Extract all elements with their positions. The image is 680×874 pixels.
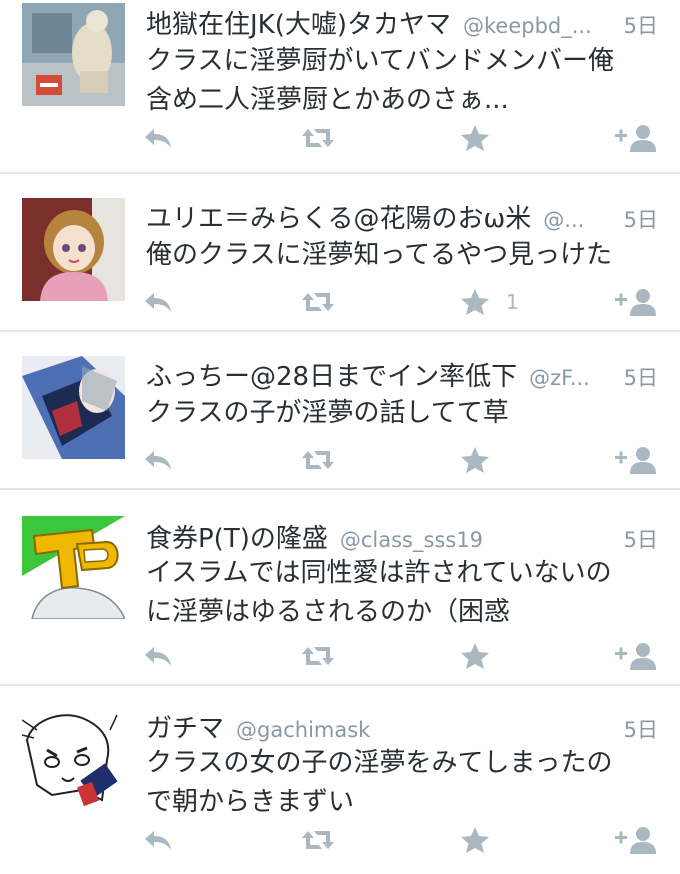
username[interactable]: @class_sss19 <box>340 528 616 552</box>
star-icon <box>461 447 489 473</box>
retweet-icon <box>302 831 334 849</box>
reply-icon <box>145 831 171 850</box>
tweet[interactable]: ふっちー@28日までイン率低下 @zF... 5日 クラスの子が淫夢の話してて草 <box>0 332 680 490</box>
tweet-text: クラスに淫夢厨がいてバンドメンバー俺 含め二人淫夢厨とかあのさぁ... <box>146 46 615 115</box>
follow-button[interactable] <box>614 440 658 480</box>
star-icon <box>461 289 489 315</box>
timestamp[interactable]: 5日 <box>624 204 658 234</box>
reply-button[interactable] <box>142 636 174 676</box>
retweet-icon <box>302 647 334 665</box>
star-icon <box>461 643 489 669</box>
follow-button[interactable] <box>614 820 658 860</box>
display-name[interactable]: ユリエ＝みらくる@花陽のおω米 <box>146 198 531 234</box>
tweet-text: クラスの女の子の淫夢をみてしまったの で朝からきまずい <box>146 748 613 817</box>
tweet-actions: 1 <box>0 282 680 326</box>
tweet-actions <box>0 636 680 680</box>
favorite-button[interactable]: 1 <box>460 282 519 322</box>
favorite-button[interactable] <box>460 820 506 860</box>
star-icon <box>461 125 489 151</box>
favorite-button[interactable] <box>460 636 506 676</box>
timestamp[interactable]: 5日 <box>624 362 658 392</box>
timeline: 地獄在住JK(大嘘)タカヤマ @keepbd_... 5日 クラスに淫夢厨がいて… <box>0 0 680 874</box>
tweet-actions <box>0 118 680 162</box>
tweet[interactable]: ガチマ @gachimask 5日 クラスの女の子の淫夢をみてしまったの で朝か… <box>0 686 680 874</box>
favorite-button[interactable] <box>460 118 506 158</box>
timestamp[interactable]: 5日 <box>624 10 658 40</box>
follow-button[interactable] <box>614 636 658 676</box>
tweet-actions <box>0 440 680 484</box>
reply-button[interactable] <box>142 118 174 158</box>
retweet-button[interactable] <box>300 440 336 480</box>
reply-button[interactable] <box>142 282 174 322</box>
reply-button[interactable] <box>142 820 174 860</box>
display-name[interactable]: 地獄在住JK(大嘘)タカヤマ <box>146 4 451 40</box>
timestamp[interactable]: 5日 <box>624 714 658 744</box>
favorite-count: 1 <box>506 290 519 314</box>
username[interactable]: @gachimask <box>236 718 616 742</box>
tweet-header: ユリエ＝みらくる@花陽のおω米 @... 5日 <box>146 198 658 234</box>
avatar[interactable] <box>22 516 125 619</box>
tweet-header: 地獄在住JK(大嘘)タカヤマ @keepbd_... 5日 <box>146 4 658 40</box>
tweet-header: ガチマ @gachimask 5日 <box>146 708 658 744</box>
username[interactable]: @keepbd_... <box>463 14 616 38</box>
reply-icon <box>145 129 171 148</box>
follow-icon <box>615 125 656 152</box>
tweet-header: 食券P(T)の隆盛 @class_sss19 5日 <box>146 518 658 554</box>
retweet-icon <box>302 129 334 147</box>
follow-icon <box>615 447 656 474</box>
star-icon <box>461 827 489 853</box>
follow-icon <box>615 289 656 316</box>
reply-icon <box>145 451 171 470</box>
username[interactable]: @... <box>543 208 615 232</box>
tweet[interactable]: ユリエ＝みらくる@花陽のおω米 @... 5日 俺のクラスに淫夢知ってるやつ見っ… <box>0 174 680 332</box>
display-name[interactable]: ガチマ <box>146 708 224 744</box>
follow-icon <box>615 643 656 670</box>
retweet-button[interactable] <box>300 820 336 860</box>
tweet[interactable]: 地獄在住JK(大嘘)タカヤマ @keepbd_... 5日 クラスに淫夢厨がいて… <box>0 0 680 174</box>
tweet-header: ふっちー@28日までイン率低下 @zF... 5日 <box>146 356 658 392</box>
avatar[interactable] <box>22 3 125 106</box>
follow-button[interactable] <box>614 282 658 322</box>
retweet-button[interactable] <box>300 636 336 676</box>
retweet-button[interactable] <box>300 118 336 158</box>
retweet-icon <box>302 293 334 311</box>
tweet-text: クラスの子が淫夢の話してて草 <box>146 398 509 428</box>
tweet-text: イスラムでは同性愛は許されていないの に淫夢はゆるされるのか（困惑 <box>146 558 612 627</box>
follow-button[interactable] <box>614 118 658 158</box>
retweet-icon <box>302 451 334 469</box>
reply-icon <box>145 647 171 666</box>
tweet-actions <box>0 820 680 864</box>
display-name[interactable]: 食券P(T)の隆盛 <box>146 518 328 554</box>
reply-icon <box>145 293 171 312</box>
retweet-button[interactable] <box>300 282 336 322</box>
favorite-button[interactable] <box>460 440 506 480</box>
tweet[interactable]: 食券P(T)の隆盛 @class_sss19 5日 イスラムでは同性愛は許されて… <box>0 490 680 686</box>
timestamp[interactable]: 5日 <box>624 524 658 554</box>
username[interactable]: @zF... <box>529 366 616 390</box>
reply-button[interactable] <box>142 440 174 480</box>
display-name[interactable]: ふっちー@28日までイン率低下 <box>146 356 517 392</box>
tweet-text: 俺のクラスに淫夢知ってるやつ見っけた <box>146 240 613 270</box>
follow-icon <box>615 827 656 854</box>
avatar[interactable] <box>22 710 125 813</box>
